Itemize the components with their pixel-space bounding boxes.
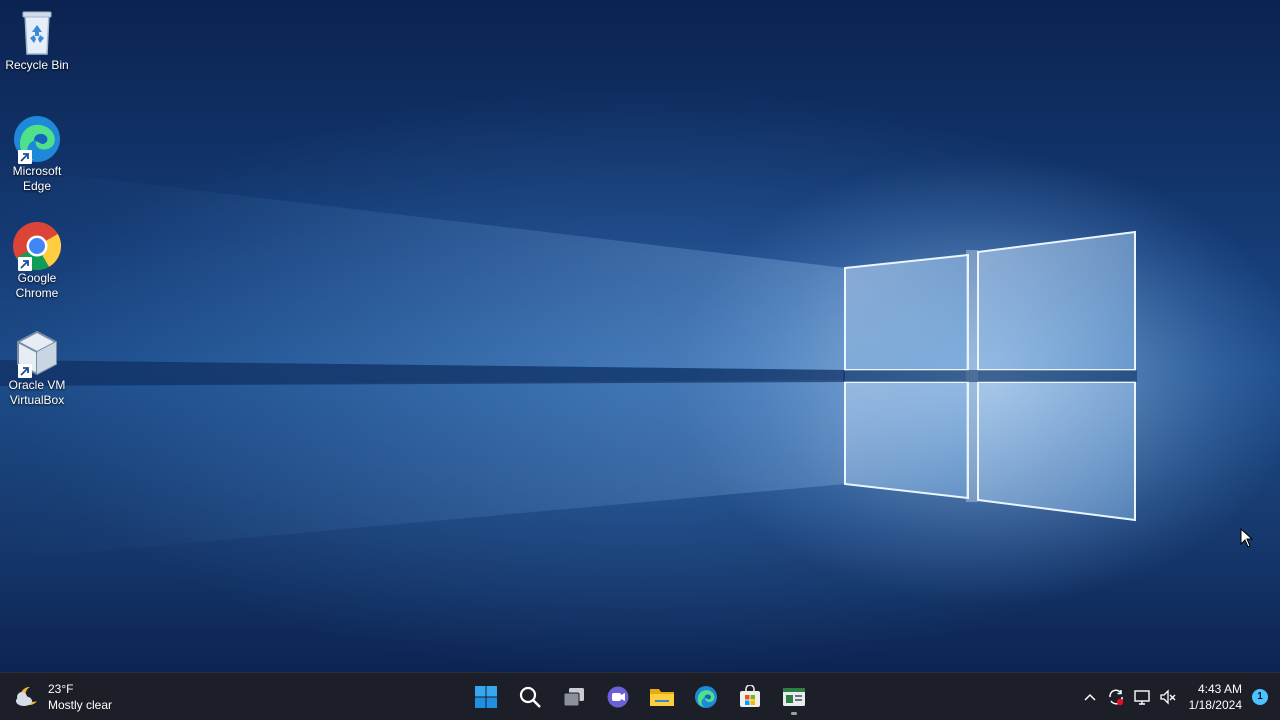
weather-widget[interactable]: 23°F Mostly clear	[14, 679, 112, 715]
clock[interactable]: 4:43 AM 1/18/2024	[1189, 681, 1242, 713]
file-explorer-button[interactable]	[640, 677, 684, 717]
desktop-icon-edge[interactable]: Microsoft Edge	[2, 114, 72, 194]
shortcut-arrow-icon	[18, 364, 32, 378]
file-explorer-icon	[650, 688, 674, 706]
chat-button[interactable]	[596, 677, 640, 717]
system-tray: 4:43 AM 1/18/2024 1	[1077, 673, 1280, 720]
edge-taskbar-button[interactable]	[684, 677, 728, 717]
virtualbox-icon	[12, 328, 62, 378]
edge-icon	[12, 114, 62, 164]
weather-temperature: 23°F	[48, 682, 74, 696]
clock-time: 4:43 AM	[1197, 681, 1242, 696]
volume-muted-icon	[1159, 688, 1176, 705]
desktop-icon-label: Recycle Bin	[5, 58, 69, 72]
volume-button[interactable]	[1155, 682, 1181, 712]
open-app-button[interactable]	[772, 677, 816, 717]
start-button[interactable]	[464, 677, 508, 717]
active-indicator	[791, 711, 797, 715]
desktop: Recycle Bin Microsoft Edge Google Chrome…	[0, 0, 1280, 672]
teams-chat-icon	[607, 686, 629, 707]
desktop-icon-virtualbox[interactable]: Oracle VM VirtualBox	[2, 328, 72, 408]
network-button[interactable]	[1129, 682, 1155, 712]
store-button[interactable]	[728, 677, 772, 717]
shortcut-arrow-icon	[18, 150, 32, 164]
task-view-button[interactable]	[552, 677, 596, 717]
windows-start-icon	[475, 685, 497, 708]
task-view-icon	[563, 687, 584, 706]
search-button[interactable]	[508, 677, 552, 717]
store-icon	[740, 684, 760, 707]
weather-condition: Mostly clear	[48, 698, 113, 712]
weather-partly-cloudy-night-icon	[16, 686, 37, 706]
taskbar-apps	[464, 673, 816, 720]
taskbar: 23°F Mostly clear 4:43 AM 1/18/2024 1	[0, 672, 1280, 720]
recycle-bin-icon	[12, 8, 62, 58]
sync-icon	[1108, 689, 1123, 705]
mouse-cursor-icon	[1240, 528, 1254, 548]
show-hidden-icons-button[interactable]	[1077, 682, 1103, 712]
edge-icon	[694, 685, 718, 708]
shortcut-arrow-icon	[18, 257, 32, 271]
chevron-up-icon	[1084, 693, 1096, 701]
desktop-icon-label: Google Chrome	[15, 271, 59, 300]
network-icon	[1133, 689, 1150, 705]
desktop-icon-label: Microsoft Edge	[12, 164, 62, 193]
desktop-icon-label: Oracle VM VirtualBox	[8, 378, 66, 407]
desktop-icon-recycle-bin[interactable]: Recycle Bin	[2, 8, 72, 73]
notification-badge[interactable]: 1	[1252, 688, 1268, 705]
app-window-icon	[783, 687, 805, 706]
wallpaper	[0, 170, 1137, 560]
chrome-icon	[12, 221, 62, 271]
clock-date: 1/18/2024	[1188, 697, 1242, 712]
desktop-icon-chrome[interactable]: Google Chrome	[2, 221, 72, 301]
search-icon	[519, 686, 541, 708]
sync-tray-button[interactable]	[1103, 682, 1129, 712]
